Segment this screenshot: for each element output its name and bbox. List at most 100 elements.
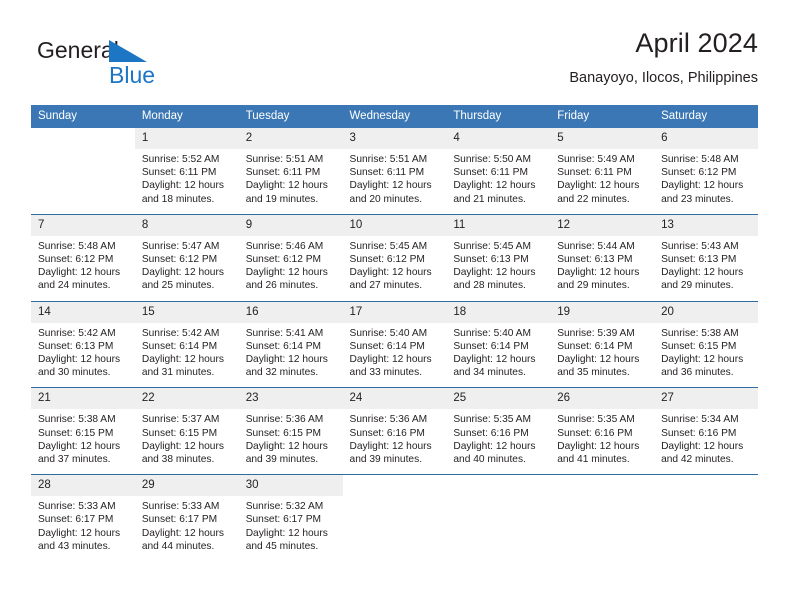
daylight-text-line2: and 36 minutes. xyxy=(661,367,734,379)
sunset-text: Sunset: 6:11 PM xyxy=(245,167,321,179)
sunset-text: Sunset: 6:14 PM xyxy=(245,340,322,352)
day-cell[interactable]: 5 Sunrise: 5:49 AM Sunset: 6:11 PM Dayli… xyxy=(550,128,655,215)
daylight-text-line2: and 38 minutes. xyxy=(141,454,215,466)
daylight-text-line1: Daylight: 12 hours xyxy=(661,267,744,279)
page-title: April 2024 xyxy=(635,28,758,58)
day-cell[interactable]: 3 Sunrise: 5:51 AM Sunset: 6:11 PM Dayli… xyxy=(342,128,447,215)
sunrise-text: Sunrise: 5:43 AM xyxy=(661,240,739,252)
daylight-text-line2: and 29 minutes. xyxy=(661,280,734,292)
day-cell[interactable]: 8 Sunrise: 5:47 AM Sunset: 6:12 PM Dayli… xyxy=(134,213,239,302)
day-number: 26 xyxy=(550,388,655,410)
day-cell[interactable]: 13 Sunrise: 5:43 AM Sunset: 6:13 PM Dayl… xyxy=(654,213,758,302)
day-cell[interactable] xyxy=(654,474,758,562)
day-cell[interactable] xyxy=(31,128,135,215)
sunrise-text: Sunrise: 5:48 AM xyxy=(661,154,739,165)
daylight-text-line1: Daylight: 12 hours xyxy=(557,354,640,366)
day-cell[interactable]: 16 Sunrise: 5:41 AM Sunset: 6:14 PM Dayl… xyxy=(238,300,343,388)
daylight-text-line1: Daylight: 12 hours xyxy=(245,527,328,539)
day-cell[interactable]: 25 Sunrise: 5:35 AM Sunset: 6:16 PM Dayl… xyxy=(446,387,551,475)
daylight-text-line1: Daylight: 12 hours xyxy=(661,354,744,366)
day-details: Sunrise: 5:34 AM Sunset: 6:16 PM Dayligh… xyxy=(654,409,758,474)
daylight-text-line1: Daylight: 12 hours xyxy=(557,267,640,279)
daylight-text-line2: and 21 minutes. xyxy=(453,193,526,205)
day-cell[interactable]: 15 Sunrise: 5:42 AM Sunset: 6:14 PM Dayl… xyxy=(134,300,239,388)
day-details: Sunrise: 5:36 AM Sunset: 6:15 PM Dayligh… xyxy=(239,409,343,474)
day-cell[interactable]: 22 Sunrise: 5:37 AM Sunset: 6:15 PM Dayl… xyxy=(134,387,239,475)
daylight-text-line1: Daylight: 12 hours xyxy=(38,527,121,539)
day-cell[interactable]: 11 Sunrise: 5:45 AM Sunset: 6:13 PM Dayl… xyxy=(446,213,551,302)
page-subtitle: Banayoyo, Ilocos, Philippines xyxy=(569,70,758,86)
day-cell[interactable]: 30 Sunrise: 5:32 AM Sunset: 6:17 PM Dayl… xyxy=(238,474,343,562)
day-cell[interactable]: 20 Sunrise: 5:38 AM Sunset: 6:15 PM Dayl… xyxy=(654,300,758,388)
day-cell[interactable]: 17 Sunrise: 5:40 AM Sunset: 6:14 PM Dayl… xyxy=(342,300,447,388)
day-number: 17 xyxy=(342,301,447,323)
day-details: Sunrise: 5:33 AM Sunset: 6:17 PM Dayligh… xyxy=(135,496,239,561)
daylight-text-line1: Daylight: 12 hours xyxy=(141,267,224,279)
daylight-text-line2: and 45 minutes. xyxy=(245,540,319,552)
day-details: Sunrise: 5:49 AM Sunset: 6:11 PM Dayligh… xyxy=(550,149,654,214)
daylight-text-line2: and 33 minutes. xyxy=(349,367,423,379)
day-cell[interactable]: 23 Sunrise: 5:36 AM Sunset: 6:15 PM Dayl… xyxy=(238,387,343,475)
sunset-text: Sunset: 6:13 PM xyxy=(38,340,114,352)
day-cell[interactable]: 2 Sunrise: 5:51 AM Sunset: 6:11 PM Dayli… xyxy=(238,128,343,215)
day-cell[interactable]: 26 Sunrise: 5:35 AM Sunset: 6:16 PM Dayl… xyxy=(550,387,655,475)
day-details: Sunrise: 5:51 AM Sunset: 6:11 PM Dayligh… xyxy=(343,149,447,214)
day-details: Sunrise: 5:38 AM Sunset: 6:15 PM Dayligh… xyxy=(654,323,758,388)
day-details: Sunrise: 5:44 AM Sunset: 6:13 PM Dayligh… xyxy=(550,236,654,301)
day-number: 15 xyxy=(134,301,239,323)
sunrise-text: Sunrise: 5:49 AM xyxy=(557,154,635,165)
daylight-text-line2: and 19 minutes. xyxy=(245,193,319,205)
day-number: 4 xyxy=(446,128,551,149)
daylight-text-line2: and 40 minutes. xyxy=(453,454,526,466)
day-cell[interactable]: 24 Sunrise: 5:36 AM Sunset: 6:16 PM Dayl… xyxy=(342,387,447,475)
day-details: Sunrise: 5:37 AM Sunset: 6:15 PM Dayligh… xyxy=(135,409,239,474)
day-cell[interactable] xyxy=(342,474,447,562)
day-cell[interactable]: 10 Sunrise: 5:45 AM Sunset: 6:12 PM Dayl… xyxy=(342,213,447,302)
day-details xyxy=(654,489,758,523)
day-number xyxy=(550,475,654,489)
sunrise-text: Sunrise: 5:51 AM xyxy=(245,154,324,165)
daylight-text-line2: and 18 minutes. xyxy=(141,193,215,205)
day-cell[interactable]: 27 Sunrise: 5:34 AM Sunset: 6:16 PM Dayl… xyxy=(654,387,758,475)
sunset-text: Sunset: 6:12 PM xyxy=(245,254,322,266)
day-cell[interactable]: 21 Sunrise: 5:38 AM Sunset: 6:15 PM Dayl… xyxy=(31,387,135,475)
day-cell[interactable]: 7 Sunrise: 5:48 AM Sunset: 6:12 PM Dayli… xyxy=(31,213,135,302)
daylight-text-line2: and 28 minutes. xyxy=(453,280,526,292)
day-cell[interactable]: 14 Sunrise: 5:42 AM Sunset: 6:13 PM Dayl… xyxy=(31,300,135,388)
day-cell[interactable]: 1 Sunrise: 5:52 AM Sunset: 6:11 PM Dayli… xyxy=(134,128,239,215)
daylight-text-line2: and 29 minutes. xyxy=(557,280,630,292)
day-cell[interactable]: 6 Sunrise: 5:48 AM Sunset: 6:12 PM Dayli… xyxy=(654,128,758,215)
day-cell[interactable] xyxy=(550,474,655,562)
calendar-week-row: 28 Sunrise: 5:33 AM Sunset: 6:17 PM Dayl… xyxy=(31,474,758,562)
day-cell[interactable]: 28 Sunrise: 5:33 AM Sunset: 6:17 PM Dayl… xyxy=(31,474,135,562)
day-cell[interactable]: 12 Sunrise: 5:44 AM Sunset: 6:13 PM Dayl… xyxy=(550,213,655,302)
day-number: 3 xyxy=(342,128,447,149)
day-details: Sunrise: 5:42 AM Sunset: 6:14 PM Dayligh… xyxy=(135,323,239,388)
sunset-text: Sunset: 6:16 PM xyxy=(349,427,425,439)
day-cell[interactable] xyxy=(446,474,551,562)
day-details: Sunrise: 5:35 AM Sunset: 6:16 PM Dayligh… xyxy=(446,409,550,474)
day-cell[interactable]: 19 Sunrise: 5:39 AM Sunset: 6:14 PM Dayl… xyxy=(550,300,655,388)
sunset-text: Sunset: 6:11 PM xyxy=(453,167,528,179)
sunset-text: Sunset: 6:17 PM xyxy=(141,514,218,526)
sunrise-text: Sunrise: 5:40 AM xyxy=(349,327,428,339)
sunrise-text: Sunrise: 5:48 AM xyxy=(38,240,116,252)
daylight-text-line2: and 31 minutes. xyxy=(141,367,215,379)
day-details: Sunrise: 5:38 AM Sunset: 6:15 PM Dayligh… xyxy=(31,409,135,474)
day-details: Sunrise: 5:45 AM Sunset: 6:13 PM Dayligh… xyxy=(446,236,550,301)
day-cell[interactable]: 29 Sunrise: 5:33 AM Sunset: 6:17 PM Dayl… xyxy=(134,474,239,562)
daylight-text-line2: and 39 minutes. xyxy=(245,454,319,466)
day-cell[interactable]: 4 Sunrise: 5:50 AM Sunset: 6:11 PM Dayli… xyxy=(446,128,551,215)
sunset-text: Sunset: 6:12 PM xyxy=(349,254,425,266)
sunrise-text: Sunrise: 5:45 AM xyxy=(349,240,428,252)
daylight-text-line1: Daylight: 12 hours xyxy=(453,267,536,279)
day-number: 22 xyxy=(134,388,239,410)
weekday-header-wednesday: Wednesday xyxy=(342,105,447,128)
day-number: 8 xyxy=(134,214,239,236)
day-details: Sunrise: 5:32 AM Sunset: 6:17 PM Dayligh… xyxy=(239,496,343,561)
day-details: Sunrise: 5:42 AM Sunset: 6:13 PM Dayligh… xyxy=(31,323,135,388)
sunrise-text: Sunrise: 5:46 AM xyxy=(245,240,324,252)
day-details xyxy=(31,142,135,176)
day-cell[interactable]: 9 Sunrise: 5:46 AM Sunset: 6:12 PM Dayli… xyxy=(238,213,343,302)
day-cell[interactable]: 18 Sunrise: 5:40 AM Sunset: 6:14 PM Dayl… xyxy=(446,300,551,388)
